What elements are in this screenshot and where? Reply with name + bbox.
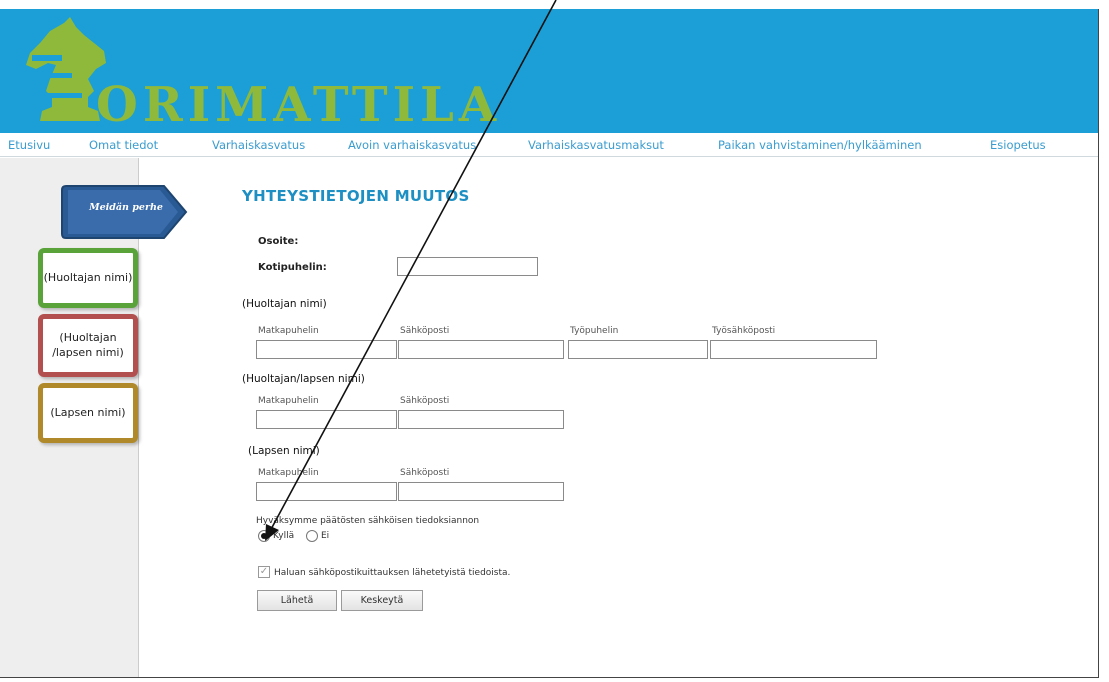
tyosahkoposti-label: Työsähköposti (712, 326, 776, 336)
huoltaja-matkapuhelin-input[interactable] (256, 340, 397, 359)
sidebar-card-huoltaja-lapsi[interactable]: (Huoltajan /lapsen nimi) (38, 314, 138, 377)
nav-etusivu[interactable]: Etusivu (8, 138, 50, 152)
main-navigation: Etusivu Omat tiedot Varhaiskasvatus Avoi… (0, 133, 1099, 157)
frame-right-edge (1098, 9, 1099, 678)
header-banner: ORIMATTILA (0, 9, 1099, 133)
section-huoltaja-label: (Huoltajan nimi) (242, 298, 327, 310)
sidebar-card-label: (Lapsen nimi) (50, 405, 126, 419)
radio-kylla[interactable] (258, 530, 270, 542)
radio-kylla-label: Kyllä (273, 531, 295, 541)
nav-varhaiskasvatus[interactable]: Varhaiskasvatus (212, 138, 305, 152)
email-receipt-label: Haluan sähköpostikuittauksen lähetetyist… (274, 568, 511, 578)
email-receipt-checkbox[interactable]: ✓ (258, 566, 270, 578)
radio-ei[interactable] (306, 530, 318, 542)
sahkoposti-label: Sähköposti (400, 326, 450, 336)
section-huoltaja-lapsi-label: (Huoltajan/lapsen nimi) (242, 373, 365, 385)
page: ORIMATTILA Etusivu Omat tiedot Varhaiska… (0, 0, 1109, 682)
sidebar-card-huoltaja[interactable]: (Huoltajan nimi) (38, 248, 138, 308)
nav-avoin-varhaiskasvatus[interactable]: Avoin varhaiskasvatus (348, 138, 476, 152)
sidebar-tab-meidan-perhe[interactable]: Meidän perhe (72, 202, 180, 213)
huoltaja-tyopuhelin-input[interactable] (568, 340, 708, 359)
nav-omat-tiedot[interactable]: Omat tiedot (89, 138, 158, 152)
sidebar-card-label: (Huoltajan /lapsen nimi) (52, 331, 124, 359)
matkapuhelin-label: Matkapuhelin (258, 396, 319, 406)
matkapuhelin-label: Matkapuhelin (258, 468, 319, 478)
huoltaja-tyosahkoposti-input[interactable] (710, 340, 877, 359)
nav-esiopetus[interactable]: Esiopetus (990, 138, 1046, 152)
tyopuhelin-label: Työpuhelin (570, 326, 619, 336)
huoltaja-lapsi-sahkoposti-input[interactable] (398, 410, 564, 429)
logo-text: ORIMATTILA (96, 77, 502, 133)
nav-varhaiskasvatusmaksut[interactable]: Varhaiskasvatusmaksut (528, 138, 664, 152)
cancel-button[interactable]: Keskeytä (341, 590, 423, 611)
sahkoposti-label: Sähköposti (400, 396, 450, 406)
section-lapsi-label: (Lapsen nimi) (248, 445, 320, 457)
matkapuhelin-label: Matkapuhelin (258, 326, 319, 336)
send-button[interactable]: Lähetä (257, 590, 337, 611)
huoltaja-sahkoposti-input[interactable] (398, 340, 564, 359)
kotipuhelin-label: Kotipuhelin: (258, 262, 327, 273)
sahkoposti-label: Sähköposti (400, 468, 450, 478)
consent-text: Hyväksymme päätösten sähköisen tiedoksia… (256, 516, 480, 526)
huoltaja-lapsi-matkapuhelin-input[interactable] (256, 410, 397, 429)
lapsi-sahkoposti-input[interactable] (398, 482, 564, 501)
frame-bottom-edge (0, 677, 1099, 678)
nav-paikan-vahvistaminen[interactable]: Paikan vahvistaminen/hylkääminen (718, 138, 922, 152)
page-title: YHTEYSTIETOJEN MUUTOS (242, 187, 470, 205)
radio-ei-label: Ei (321, 531, 330, 541)
sidebar-card-lapsi[interactable]: (Lapsen nimi) (38, 383, 138, 443)
kotipuhelin-input[interactable] (397, 257, 538, 276)
lapsi-matkapuhelin-input[interactable] (256, 482, 397, 501)
osoite-label: Osoite: (258, 236, 299, 247)
sidebar-card-label: (Huoltajan nimi) (43, 270, 133, 284)
